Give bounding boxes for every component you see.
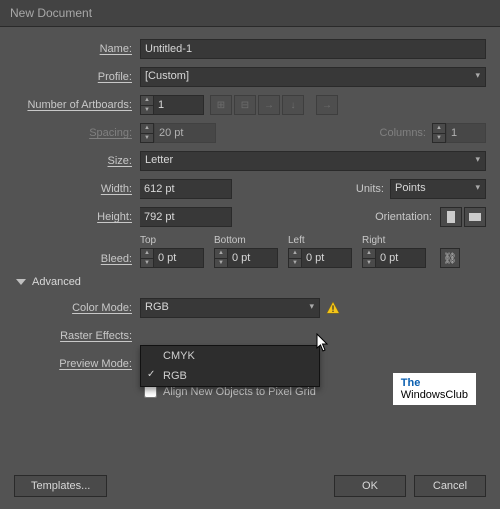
- orientation-portrait-button[interactable]: [440, 207, 462, 227]
- color-mode-select[interactable]: RGB: [140, 298, 320, 318]
- width-input[interactable]: [140, 179, 232, 199]
- profile-select[interactable]: [Custom]: [140, 67, 486, 87]
- bleed-right-label: Right: [362, 235, 426, 246]
- size-label: Size:: [14, 155, 140, 167]
- name-input[interactable]: [140, 39, 486, 59]
- height-label: Height:: [14, 211, 140, 223]
- bleed-link-button[interactable]: ⛓: [440, 248, 460, 268]
- artboards-input[interactable]: [154, 95, 204, 115]
- cancel-button[interactable]: Cancel: [414, 475, 486, 497]
- bleed-top-input[interactable]: [154, 248, 204, 268]
- disclosure-triangle-icon: [16, 279, 26, 285]
- units-label: Units:: [356, 183, 384, 195]
- dialog-title: New Document: [0, 0, 500, 27]
- artboards-label: Number of Artboards:: [14, 99, 140, 111]
- spacing-label: Spacing:: [14, 127, 140, 139]
- units-select[interactable]: Points: [390, 179, 486, 199]
- name-label: Name:: [14, 43, 140, 55]
- size-select[interactable]: Letter: [140, 151, 486, 171]
- width-label: Width:: [14, 183, 140, 195]
- watermark-logo: The WindowsClub: [393, 373, 476, 405]
- color-mode-option-cmyk[interactable]: CMYK: [141, 346, 319, 366]
- bleed-top-label: Top: [140, 235, 204, 246]
- color-mode-option-rgb[interactable]: RGB: [141, 366, 319, 386]
- raster-effects-label: Raster Effects:: [14, 330, 140, 342]
- warning-icon: [326, 301, 340, 315]
- columns-label: Columns:: [380, 127, 426, 139]
- color-mode-dropdown: CMYK RGB: [140, 345, 320, 387]
- bleed-bottom-stepper[interactable]: ▲▼: [214, 248, 228, 268]
- templates-button[interactable]: Templates...: [14, 475, 107, 497]
- spacing-input: [154, 123, 216, 143]
- artboards-stepper[interactable]: ▲▼: [140, 95, 154, 115]
- bleed-right-stepper[interactable]: ▲▼: [362, 248, 376, 268]
- ok-button[interactable]: OK: [334, 475, 406, 497]
- bleed-bottom-label: Bottom: [214, 235, 278, 246]
- bleed-left-input[interactable]: [302, 248, 352, 268]
- bleed-bottom-input[interactable]: [228, 248, 278, 268]
- advanced-section-toggle[interactable]: Advanced: [16, 276, 486, 288]
- grid-by-col-icon: ⊟: [234, 95, 256, 115]
- bleed-left-label: Left: [288, 235, 352, 246]
- bleed-label: Bleed:: [14, 253, 140, 268]
- profile-label: Profile:: [14, 71, 140, 83]
- spacing-stepper: ▲▼: [140, 123, 154, 143]
- arrange-row-icon: →: [258, 95, 280, 115]
- bleed-left-stepper[interactable]: ▲▼: [288, 248, 302, 268]
- arrange-rtl-icon: →: [316, 95, 338, 115]
- columns-stepper: ▲▼: [432, 123, 446, 143]
- orientation-landscape-button[interactable]: [464, 207, 486, 227]
- height-input[interactable]: [140, 207, 232, 227]
- grid-by-row-icon: ⊞: [210, 95, 232, 115]
- bleed-right-input[interactable]: [376, 248, 426, 268]
- orientation-label: Orientation:: [375, 211, 432, 223]
- columns-input: [446, 123, 486, 143]
- bleed-top-stepper[interactable]: ▲▼: [140, 248, 154, 268]
- color-mode-label: Color Mode:: [14, 302, 140, 314]
- preview-mode-label: Preview Mode:: [14, 358, 140, 370]
- new-document-dialog: New Document Name: Profile: [Custom] Num…: [0, 0, 500, 509]
- align-pixel-grid-label: Align New Objects to Pixel Grid: [163, 386, 316, 398]
- arrange-col-icon: ↓: [282, 95, 304, 115]
